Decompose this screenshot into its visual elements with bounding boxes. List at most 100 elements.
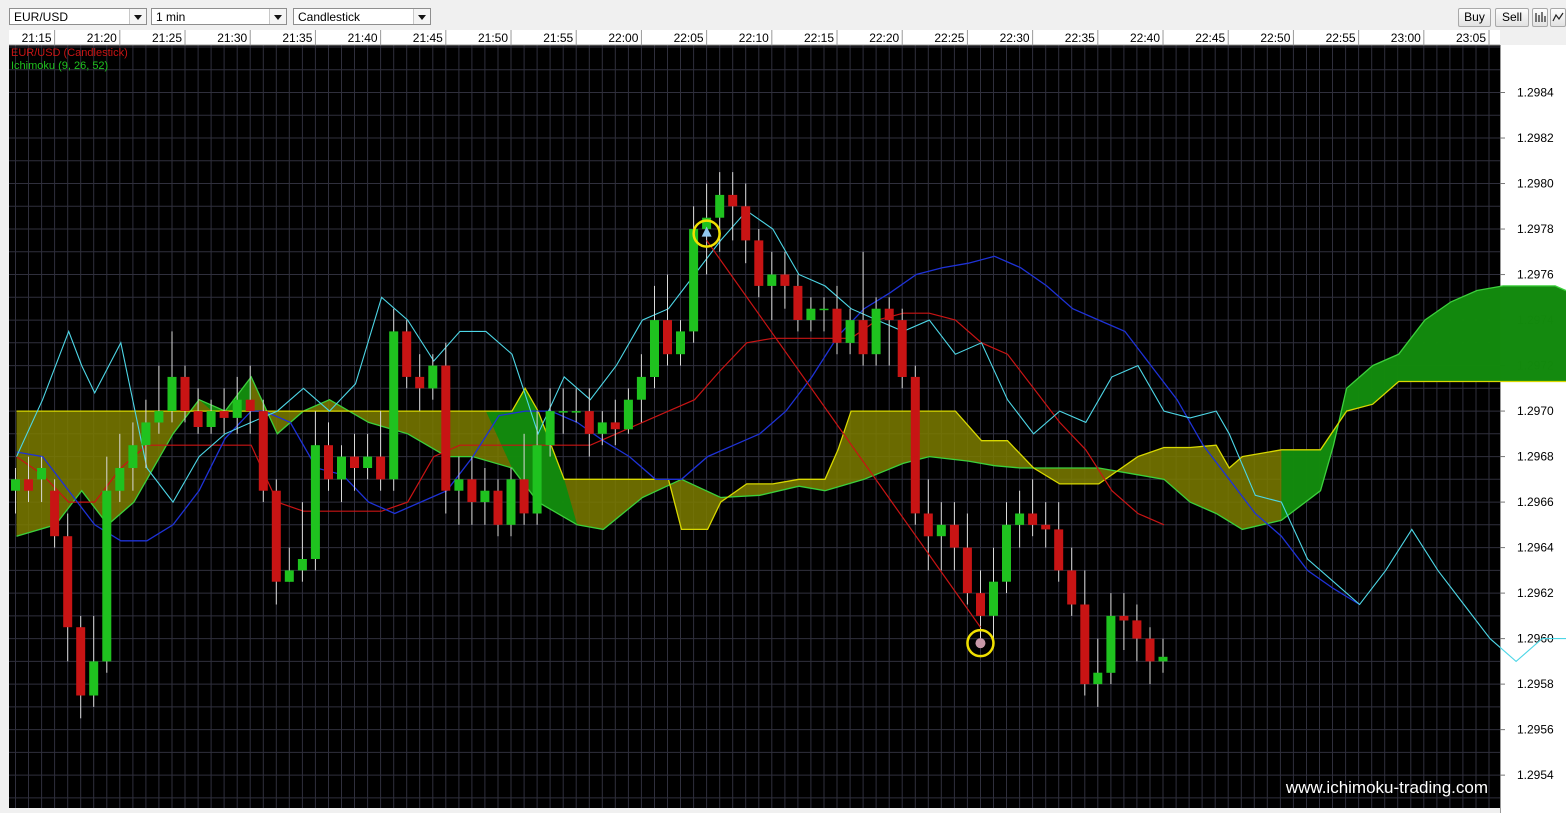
candle-body: [428, 365, 438, 389]
candle-body: [493, 490, 503, 525]
legend-series-candles: EUR/USD (Candlestick): [11, 47, 128, 59]
candle-body: [441, 365, 451, 491]
candle-body: [767, 274, 777, 286]
time-label: 22:10: [739, 31, 769, 45]
candle-body: [1028, 513, 1038, 525]
candle-body: [506, 479, 516, 525]
candle-body: [11, 479, 20, 491]
time-label: 22:55: [1326, 31, 1356, 45]
bar-chart-icon[interactable]: [1532, 8, 1548, 27]
time-label: 23:00: [1391, 31, 1421, 45]
price-label: 1.2970: [1517, 404, 1554, 418]
symbol-select-value: EUR/USD: [14, 10, 69, 24]
symbol-select[interactable]: EUR/USD: [9, 8, 147, 25]
candle-body: [63, 536, 73, 628]
candle-body: [976, 593, 985, 616]
candle-body: [480, 490, 490, 503]
candle-body: [50, 490, 60, 537]
candle-body: [923, 513, 933, 537]
candle-body: [415, 376, 425, 389]
candle-body: [1080, 604, 1090, 685]
timeframe-select[interactable]: 1 min: [151, 8, 287, 25]
time-label: 22:25: [934, 31, 964, 45]
candle: [389, 308, 399, 491]
price-label: 1.2962: [1517, 586, 1554, 600]
candle-body: [76, 627, 86, 696]
candle-body: [258, 411, 268, 491]
candle-body: [1093, 672, 1103, 685]
candle-body: [219, 411, 229, 418]
candle-body: [1145, 638, 1155, 662]
candle-body: [89, 661, 99, 696]
chevron-down-icon[interactable]: [129, 9, 146, 24]
chart-type-select[interactable]: Candlestick: [293, 8, 431, 25]
candle-body: [819, 308, 829, 311]
candle-body: [376, 456, 386, 480]
chart-type-select-value: Candlestick: [298, 10, 361, 24]
price-axis: 1.29841.29821.29801.29781.29761.29741.29…: [1500, 45, 1566, 813]
price-label: 1.2956: [1517, 723, 1554, 737]
candle-body: [454, 479, 464, 491]
indicator-settings-icon[interactable]: [1550, 8, 1566, 27]
time-label: 22:35: [1065, 31, 1095, 45]
candle-body: [793, 285, 803, 320]
candle-body: [897, 320, 907, 377]
time-label: 21:20: [87, 31, 117, 45]
candle-body: [558, 411, 568, 413]
candle-body: [532, 445, 542, 514]
price-label: 1.2984: [1517, 86, 1554, 100]
price-chart[interactable]: 21:15 21:20 21:25 21:30 21:35 21:40 21:45 21:50…: [0, 30, 1566, 813]
buy-button[interactable]: Buy: [1458, 8, 1491, 27]
time-label: 21:35: [282, 31, 312, 45]
candle-body: [597, 422, 607, 434]
candle-body: [663, 320, 672, 355]
time-label: 23:05: [1456, 31, 1486, 45]
candle-body: [871, 308, 881, 355]
price-label: 1.2978: [1517, 222, 1554, 236]
price-label: 1.2982: [1517, 131, 1554, 145]
candle-body: [363, 456, 373, 468]
time-label: 21:15: [22, 31, 52, 45]
candle-body: [636, 376, 646, 400]
watermark: www.ichimoku-trading.com: [1285, 778, 1488, 797]
plot-area: [9, 45, 1500, 808]
chevron-down-icon[interactable]: [413, 9, 430, 24]
candle-body: [571, 411, 581, 413]
timeframe-select-value: 1 min: [156, 10, 186, 24]
candle-body: [467, 479, 477, 503]
candle-body: [180, 376, 190, 411]
price-label: 1.2976: [1517, 268, 1554, 282]
candle-body: [754, 240, 764, 286]
time-label: 22:30: [1000, 31, 1030, 45]
candle-body: [284, 570, 294, 582]
candle-body: [297, 559, 307, 571]
candle-body: [271, 490, 281, 582]
candle-body: [936, 524, 946, 537]
candle-body: [1041, 524, 1051, 530]
candle-body: [780, 274, 790, 286]
candle-body: [232, 399, 242, 418]
candle-body: [715, 194, 725, 218]
candle-body: [806, 308, 816, 321]
candle-body: [245, 399, 255, 412]
candle-body: [623, 399, 633, 430]
candle-body: [1067, 570, 1077, 605]
candle-body: [610, 422, 620, 430]
time-label: 21:55: [543, 31, 573, 45]
price-label: 1.2968: [1517, 450, 1554, 464]
candle: [258, 399, 268, 503]
sell-button[interactable]: Sell: [1495, 8, 1529, 27]
candle-body: [741, 206, 751, 241]
time-label: 21:40: [348, 31, 378, 45]
time-label: 21:50: [478, 31, 508, 45]
candle-body: [650, 320, 659, 377]
candle-body: [1132, 620, 1142, 639]
candle: [897, 308, 907, 389]
candle: [910, 365, 920, 525]
time-label: 22:20: [869, 31, 899, 45]
chevron-down-icon[interactable]: [269, 9, 286, 24]
price-label: 1.2958: [1517, 677, 1554, 691]
time-axis: 21:15 21:20 21:25 21:30 21:35 21:40 21:45 21:50…: [9, 30, 1500, 46]
candle-body: [350, 456, 359, 468]
candle-body: [115, 468, 125, 491]
